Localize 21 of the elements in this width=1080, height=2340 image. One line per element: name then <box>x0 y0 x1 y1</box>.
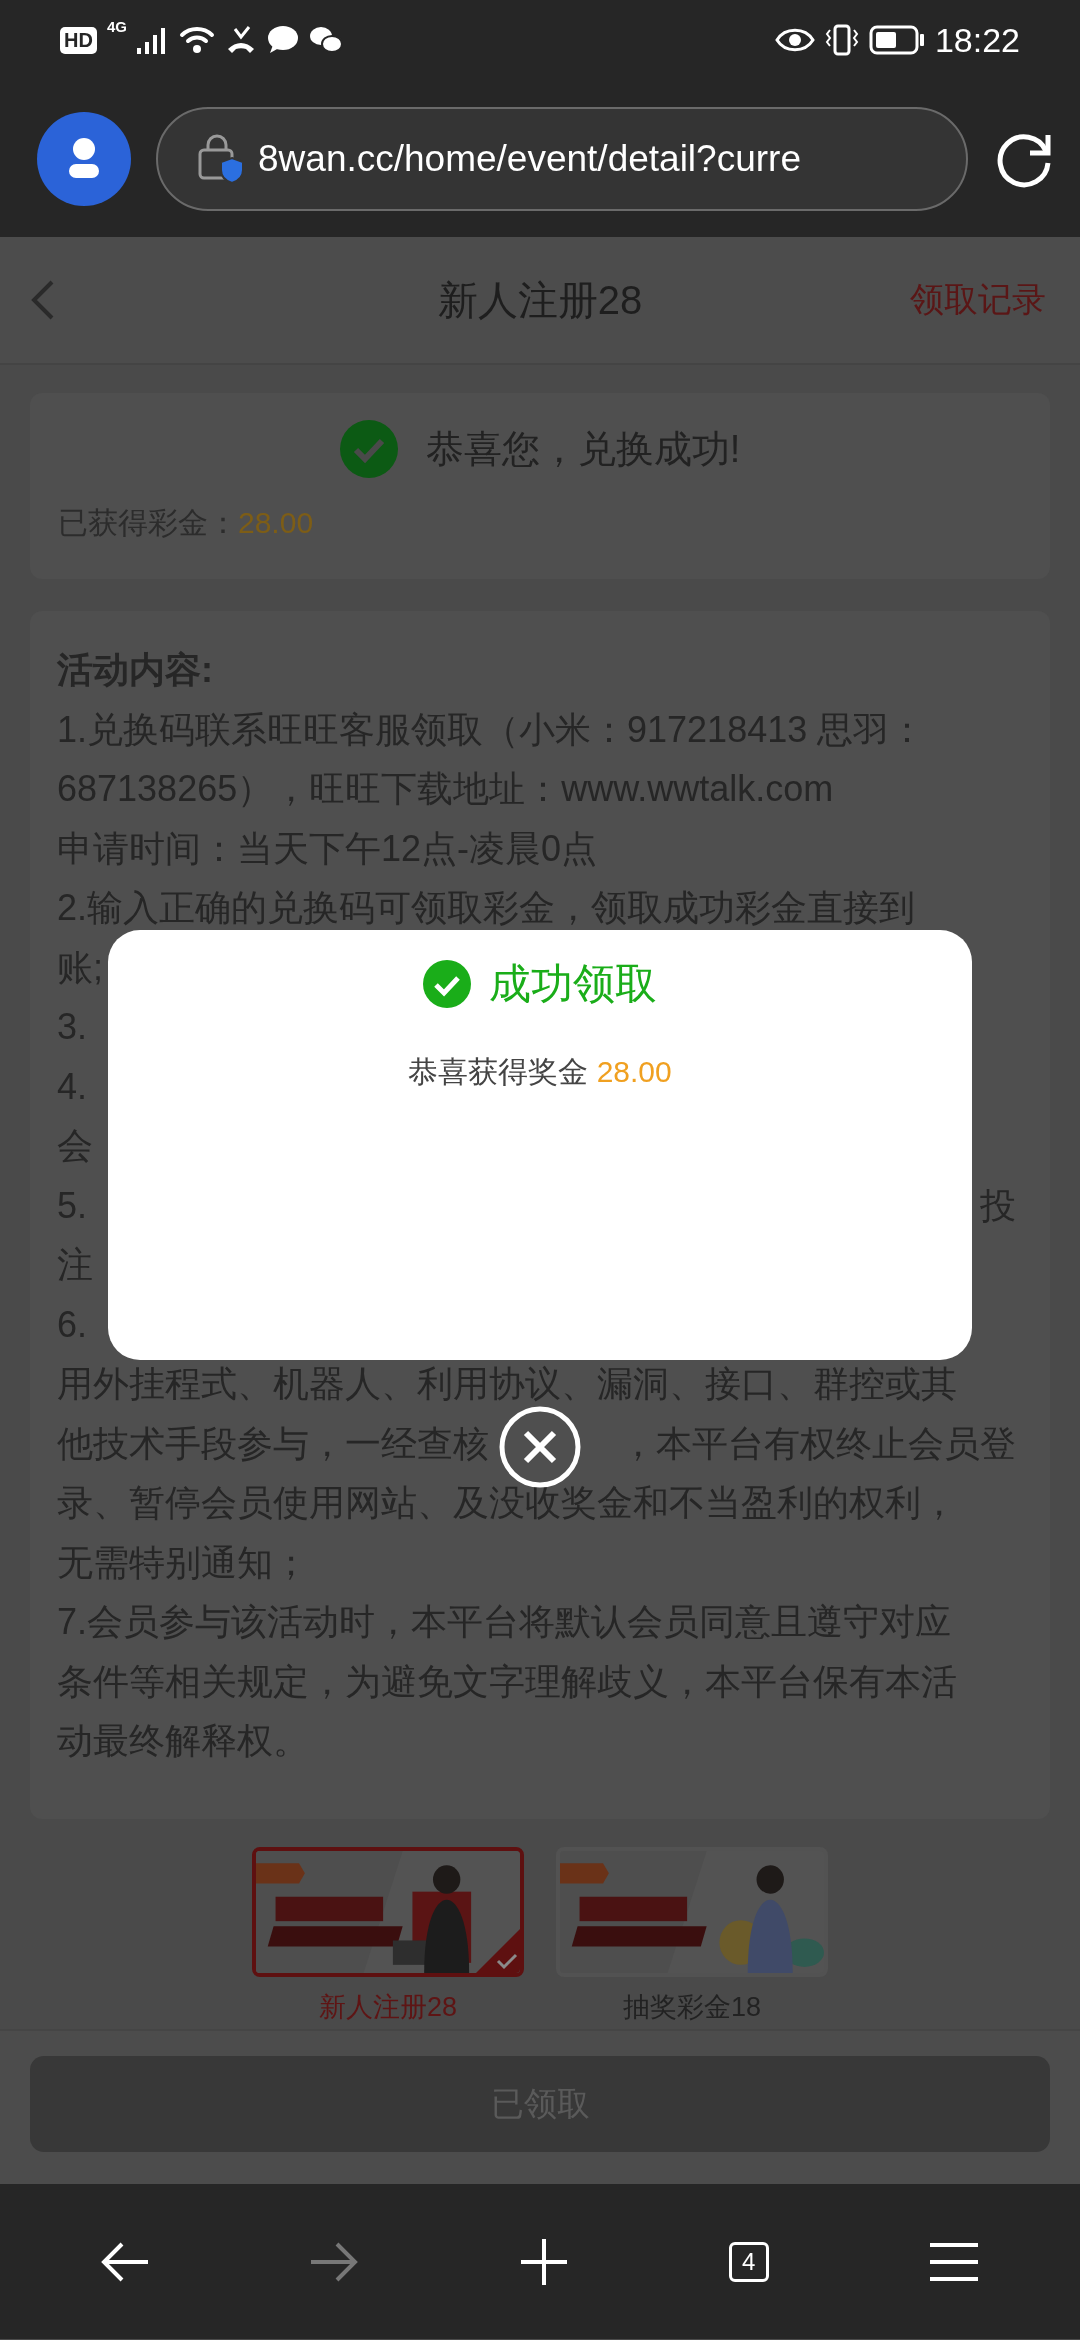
dialog-message: 恭喜获得奖金 28.00 <box>408 1054 672 1090</box>
bonus-amount: 28.00 <box>238 506 314 539</box>
check-circle-icon <box>339 420 398 478</box>
menu-icon[interactable] <box>928 2241 981 2282</box>
check-circle-icon <box>423 960 471 1008</box>
chat-bubble-icon <box>266 25 299 55</box>
wifi-icon <box>178 25 215 55</box>
hd-icon: HD <box>60 26 97 54</box>
plus-icon[interactable] <box>519 2236 569 2287</box>
profile-avatar-icon[interactable] <box>36 110 132 207</box>
check-corner-icon <box>476 1929 520 1973</box>
eye-icon <box>774 27 815 53</box>
dialog-title: 成功领取 <box>489 959 657 1009</box>
network-type-label: 4G <box>106 18 127 35</box>
clock-time: 18:22 <box>934 20 1020 60</box>
lock-shield-icon <box>198 133 244 184</box>
back-arrow-icon[interactable] <box>99 2241 150 2282</box>
vibrate-icon <box>824 24 859 56</box>
battery-icon <box>868 25 925 55</box>
tab-count-button[interactable]: 4 <box>728 2241 769 2282</box>
url-field[interactable]: 8wan.cc/home/event/detail?curre <box>156 106 968 211</box>
